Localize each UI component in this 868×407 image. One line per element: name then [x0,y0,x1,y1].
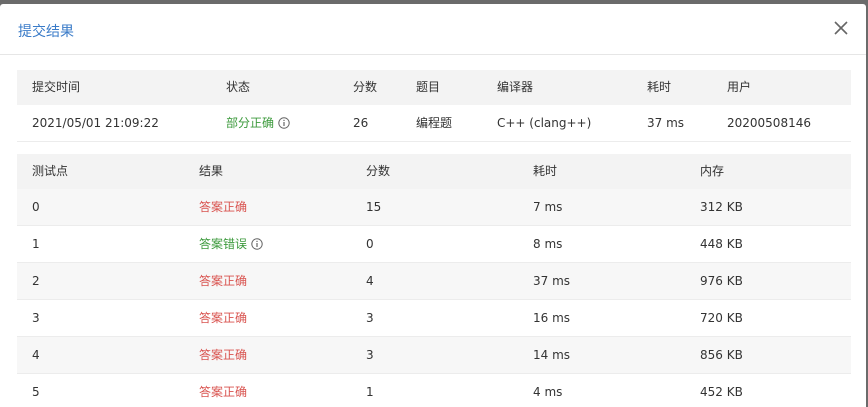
header-user: 用户 [727,80,752,94]
close-icon [834,21,848,35]
elapsed-time: 37 ms [647,116,685,130]
result-text: 答案正确 [199,200,248,214]
score: 26 [353,116,369,130]
test-time: 16 ms [533,311,571,325]
header-result: 结果 [199,164,224,178]
test-score: 3 [366,348,374,362]
result: 答案正确 [199,300,247,337]
test-score: 15 [366,200,382,214]
tests-body: 0 答案正确 15 7 ms 312 KB 1 答案错误 0 8 ms 448 KB 2 答案正确 4 3… [17,189,851,407]
result-text: 答案正确 [199,274,248,288]
result-text: 答案正确 [199,385,248,399]
memory: 976 KB [700,274,743,288]
header-submit-time: 提交时间 [32,80,81,94]
header-score: 分数 [353,80,378,94]
test-time: 37 ms [533,274,571,288]
result: 答案正确 [199,189,247,226]
testcase-id: 3 [32,311,40,325]
memory: 448 KB [700,237,743,251]
table-row: 5 答案正确 1 4 ms 452 KB [17,374,851,407]
header-testcase: 测试点 [32,164,69,178]
table-row: 4 答案正确 3 14 ms 856 KB [17,337,851,374]
test-cases-table: 测试点 结果 分数 耗时 内存 0 答案正确 15 7 ms 312 KB 1 答案错误 0 8… [17,154,851,407]
table-row: 2 答案正确 4 37 ms 976 KB [17,263,851,300]
testcase-id: 5 [32,385,40,399]
tests-header-row: 测试点 结果 分数 耗时 内存 [17,154,851,189]
test-score: 3 [366,311,374,325]
info-icon[interactable] [278,116,290,129]
header-elapsed: 耗时 [647,80,672,94]
test-time: 7 ms [533,200,563,214]
test-time: 14 ms [533,348,571,362]
memory: 856 KB [700,348,743,362]
testcase-id: 4 [32,348,40,362]
submit-time: 2021/05/01 21:09:22 [32,116,159,130]
result: 答案正确 [199,374,247,407]
header-test-score: 分数 [366,164,391,178]
header-memory: 内存 [700,164,725,178]
result: 答案正确 [199,263,247,300]
test-score: 1 [366,385,374,399]
header-test-time: 耗时 [533,164,558,178]
test-time: 4 ms [533,385,563,399]
result-text: 答案正确 [199,311,248,325]
memory: 720 KB [700,311,743,325]
submission-result-dialog: 提交结果 提交时间 状态 分数 题目 编译器 耗时 用户 2021/05/01 … [0,4,866,407]
test-score: 0 [366,237,374,251]
header-problem: 题目 [416,80,441,94]
testcase-id: 1 [32,237,40,251]
compiler: C++ (clang++) [497,116,592,130]
dialog-header: 提交结果 [0,4,866,55]
status-text: 部分正确 [226,116,275,130]
result-text: 答案正确 [199,348,248,362]
summary-table: 提交时间 状态 分数 题目 编译器 耗时 用户 2021/05/01 21:09… [17,70,851,142]
result-text: 答案错误 [199,237,248,251]
table-row: 0 答案正确 15 7 ms 312 KB [17,189,851,226]
test-score: 4 [366,274,374,288]
result: 答案正确 [199,337,247,374]
header-compiler: 编译器 [497,80,534,94]
result[interactable]: 答案错误 [199,226,263,263]
table-row: 1 答案错误 0 8 ms 448 KB [17,226,851,263]
info-icon[interactable] [251,237,263,250]
table-row: 3 答案正确 3 16 ms 720 KB [17,300,851,337]
test-time: 8 ms [533,237,563,251]
testcase-id: 2 [32,274,40,288]
summary-row: 2021/05/01 21:09:22 部分正确 26 编程题 C++ (cla… [17,105,851,142]
status-cell[interactable]: 部分正确 [226,105,290,142]
dialog-title: 提交结果 [18,24,74,40]
memory: 452 KB [700,385,743,399]
close-button[interactable] [832,19,850,37]
memory: 312 KB [700,200,743,214]
summary-header-row: 提交时间 状态 分数 题目 编译器 耗时 用户 [17,70,851,105]
problem-link[interactable]: 编程题 [416,105,452,142]
user-id: 20200508146 [727,116,811,130]
testcase-id: 0 [32,200,40,214]
header-status: 状态 [226,80,251,94]
